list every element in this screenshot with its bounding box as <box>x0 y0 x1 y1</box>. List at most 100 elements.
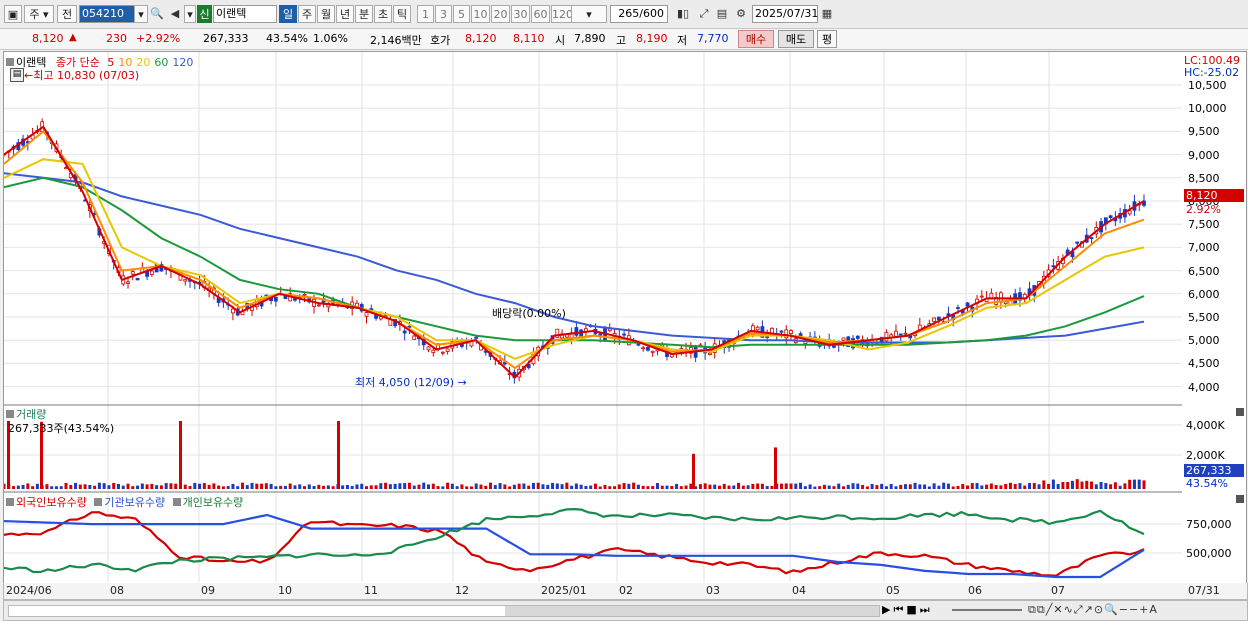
price-tick: 9,000 <box>1188 148 1220 162</box>
count-value: 265 <box>618 7 640 20</box>
candle-body <box>149 270 154 275</box>
fan-tool-icon[interactable]: ⤢ <box>1074 603 1084 616</box>
candles <box>4 118 1146 384</box>
interval-tab[interactable]: 30 <box>511 5 530 23</box>
interval-tab[interactable]: 5 <box>453 5 470 23</box>
volume-bar <box>269 483 273 489</box>
volume-bar <box>760 483 764 489</box>
interval-tab[interactable]: 3 <box>435 5 452 23</box>
stock-name-field[interactable]: 이랜텍 <box>213 5 277 23</box>
volume-bar <box>655 483 659 489</box>
holder-panel-close-icon[interactable] <box>1236 495 1244 503</box>
interval-custom-select[interactable]: ▾ <box>571 5 607 23</box>
volume-bar <box>1132 479 1136 489</box>
copy-icon[interactable]: ⧉ <box>1028 603 1037 616</box>
plus-icon[interactable]: + <box>1139 603 1149 616</box>
playback-controls[interactable]: ▶⏮■⏭ <box>882 603 933 617</box>
period-tab[interactable]: 일 <box>279 5 297 23</box>
trend-tool-icon[interactable]: ↗ <box>1084 603 1094 616</box>
interval-tab[interactable]: 60 <box>531 5 550 23</box>
calendar-icon[interactable]: ▦ <box>818 5 836 23</box>
chart-area[interactable]: 이랜텍 종가 단순 5 10 20 60 120 ▤ ←최고 10,830 (07/03… <box>3 51 1183 584</box>
rewind-icon[interactable]: ⏮ <box>893 603 906 616</box>
period-tab[interactable]: 분 <box>355 5 373 23</box>
interval-tab[interactable]: 120 <box>551 5 573 23</box>
chart-tool-icon[interactable]: ▤ <box>10 68 24 82</box>
panel-menu-icon[interactable] <box>6 58 14 66</box>
last-price-tag: 8,120 <box>1184 189 1244 202</box>
scroll-thumb[interactable] <box>505 606 879 616</box>
volume-bar <box>174 483 178 489</box>
volume-bar <box>555 483 559 489</box>
volume-bar <box>980 485 984 489</box>
indicator-icon[interactable]: ⤢ <box>695 5 713 23</box>
volume-bar <box>660 485 664 489</box>
volume-bar <box>1075 479 1079 489</box>
stop-icon[interactable]: ■ <box>906 603 919 616</box>
zoom-icon[interactable]: 🔍 <box>1104 603 1119 616</box>
settings-gear-icon[interactable]: ⚙ <box>732 5 750 23</box>
buy-button[interactable]: 매수 <box>738 30 774 48</box>
count-field[interactable]: 265/600 <box>610 5 668 23</box>
volume-bar <box>918 484 922 489</box>
volume-bar <box>303 486 307 489</box>
interval-tab[interactable]: 1 <box>417 5 434 23</box>
candle-body <box>1089 237 1094 240</box>
volume-bar <box>365 486 369 489</box>
volume-bar <box>202 483 206 489</box>
volume-bar <box>889 483 893 489</box>
ma-legend-item: 60 <box>154 56 169 69</box>
speaker-dropdown-icon[interactable]: ▾ <box>184 5 196 23</box>
magnet-icon[interactable]: ⊙ <box>1094 603 1104 616</box>
candle-type-icon[interactable]: ▮▯ <box>674 5 692 23</box>
scope-tab[interactable]: 전 <box>57 5 77 23</box>
forward-icon[interactable]: ⏭ <box>920 603 933 616</box>
drawing-tools[interactable]: ⧉⧉╱✕∿⤢↗⊙🔍−−+A <box>1028 603 1158 617</box>
volume-bar <box>283 485 287 489</box>
save-icon[interactable]: ▤ <box>713 5 731 23</box>
volume-bar <box>250 482 254 489</box>
holder-panel-menu-icon[interactable] <box>6 498 14 506</box>
volume-bar <box>584 485 588 489</box>
period-tab[interactable]: 월 <box>317 5 335 23</box>
stock-code-input[interactable]: 054210 <box>79 5 135 23</box>
volume-bar <box>388 484 392 489</box>
holder-tick-1: 500,000 <box>1186 547 1232 560</box>
candle-body <box>316 304 321 307</box>
zoom-out-icon[interactable]: − <box>1119 603 1129 616</box>
wave-tool-icon[interactable]: ∿ <box>1064 603 1074 616</box>
volume-bar <box>78 484 82 489</box>
minus-icon[interactable]: − <box>1129 603 1139 616</box>
volume-bar <box>403 483 407 489</box>
volume-value-label: 267,333주(43.54%) <box>8 422 115 435</box>
interval-tab[interactable]: 10 <box>471 5 490 23</box>
candle-body <box>130 271 135 275</box>
volume-bar <box>74 482 78 489</box>
period-tab[interactable]: 년 <box>336 5 354 23</box>
code-dropdown-icon[interactable]: ▾ <box>134 5 148 23</box>
window-icon[interactable]: ▣ <box>4 5 22 23</box>
speaker-icon[interactable]: ◀ <box>166 5 184 23</box>
volume-bar <box>641 485 645 489</box>
volume-panel-menu-icon[interactable] <box>6 410 14 418</box>
zoom-slider[interactable] <box>952 609 1022 611</box>
volume-bar <box>107 485 111 489</box>
date-field[interactable]: 2025/07/31 <box>752 5 818 23</box>
evaluate-button[interactable]: 평 <box>817 30 837 48</box>
market-select[interactable]: 주 ▾ <box>24 5 54 23</box>
paste-icon[interactable]: ⧉ <box>1037 603 1046 616</box>
period-tab[interactable]: 초 <box>374 5 392 23</box>
volume-bar <box>937 485 941 489</box>
interval-tab[interactable]: 20 <box>491 5 510 23</box>
scroll-right-icon[interactable]: ▶ <box>882 603 893 616</box>
search-icon[interactable]: 🔍 <box>148 5 166 23</box>
period-tab[interactable]: 주 <box>298 5 316 23</box>
volume-bar <box>875 485 879 489</box>
volume-panel-close-icon[interactable] <box>1236 408 1244 416</box>
font-size-icon[interactable]: A <box>1149 603 1158 616</box>
period-tab[interactable]: 틱 <box>393 5 411 23</box>
scroll-track[interactable] <box>8 605 880 617</box>
sell-button[interactable]: 매도 <box>778 30 814 48</box>
volume-bar <box>193 482 197 489</box>
cross-tool-icon[interactable]: ✕ <box>1053 603 1063 616</box>
